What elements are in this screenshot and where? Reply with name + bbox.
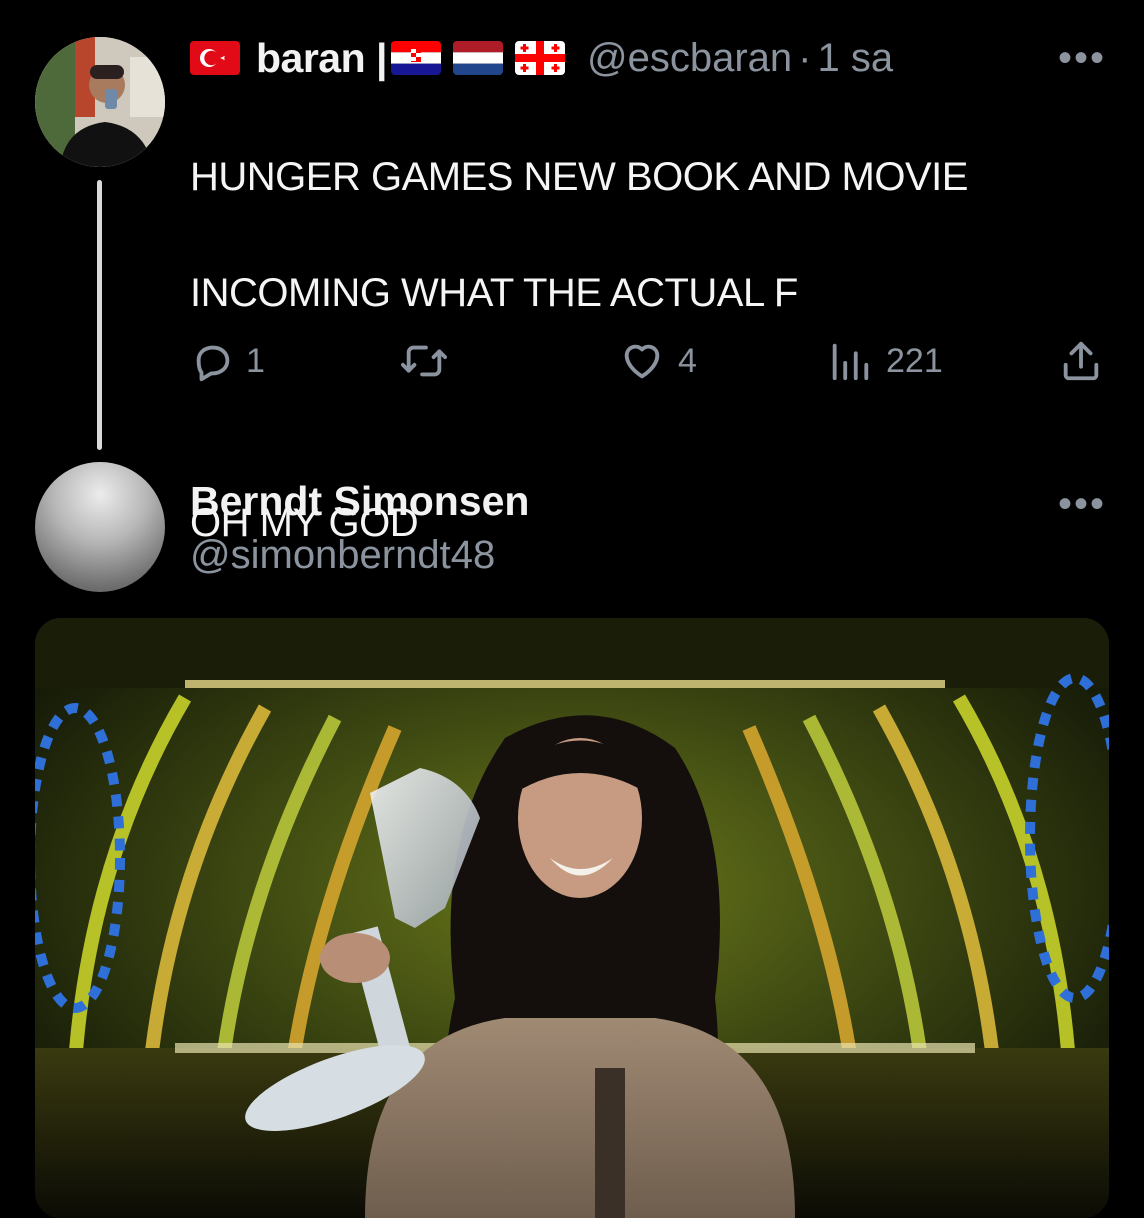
views-icon [832,343,869,381]
croatia-flag-icon [391,41,442,75]
handle[interactable]: @simonberndt48 [190,533,495,578]
views-button[interactable]: 221 [828,338,943,384]
view-count: 221 [886,341,943,380]
avatar-escbaran[interactable] [35,37,165,167]
heart-icon [624,344,660,379]
handle[interactable]: @escbaran [587,36,792,81]
timestamp[interactable]: 1 sa [818,36,894,81]
georgia-flag-icon [515,41,566,75]
tweet-text-line: INCOMING WHAT THE ACTUAL F [190,271,798,315]
tweet-action-bar: 1 4 221 [190,338,1110,388]
more-options-icon[interactable]: ••• [1058,482,1106,527]
thread-connector-line [97,180,102,450]
display-name[interactable]: Berndt Simonsen [190,478,529,525]
retweet-button[interactable] [398,338,450,384]
share-button[interactable] [1058,338,1104,384]
avatar-simonberndt48[interactable] [35,462,165,592]
tweet-media-image[interactable] [35,618,1109,1218]
tweet-header: baran | @escbaran · 1 sa [190,30,893,86]
reply-button[interactable]: 1 [190,338,265,384]
more-options-icon[interactable]: ••• [1058,36,1106,81]
netherlands-flag-icon [453,41,504,75]
retweet-icon [400,345,447,377]
profile-photo [35,37,165,167]
like-button[interactable]: 4 [618,338,697,384]
reply-count: 1 [246,341,265,380]
display-name[interactable]: baran | [256,35,388,82]
reply-icon [196,345,230,382]
separator-dot: · [798,35,812,80]
like-count: 4 [678,341,697,380]
stage-photo [35,618,1109,1218]
share-icon [1063,341,1099,381]
tweet-text-line: HUNGER GAMES NEW BOOK AND MOVIE [190,155,968,199]
turkey-flag-icon [190,41,240,75]
